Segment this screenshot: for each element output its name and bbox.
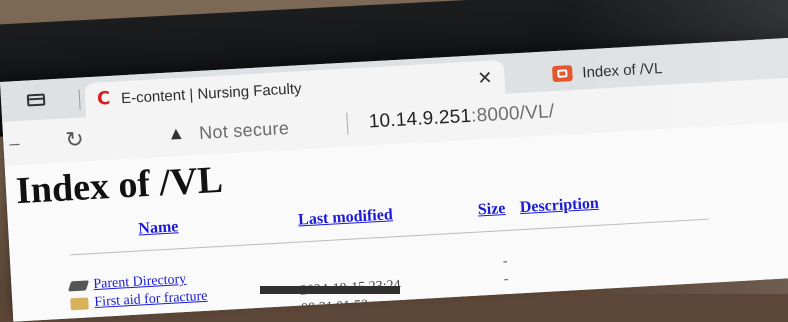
- security-label[interactable]: Not secure: [199, 118, 290, 144]
- warning-icon[interactable]: ▲: [167, 123, 186, 145]
- back-folder-icon: [67, 280, 90, 292]
- reload-icon[interactable]: ↻: [65, 126, 85, 153]
- close-icon[interactable]: ✕: [477, 67, 493, 89]
- url-path: :8000/VL/: [470, 101, 555, 127]
- c-red-icon: C: [96, 87, 111, 110]
- tab-divider: [78, 89, 81, 110]
- page-title: Index of /VL: [14, 158, 224, 213]
- url-host: 10.14.9.251: [368, 105, 472, 133]
- row-size: -: [502, 253, 508, 270]
- tab-title: Index of /VL: [581, 59, 663, 81]
- browser-window: C E-content | Nursing Faculty ✕ Index of…: [0, 36, 788, 322]
- column-size[interactable]: Size: [477, 200, 506, 220]
- back-arrow-icon[interactable]: –: [9, 133, 20, 155]
- column-description[interactable]: Description: [519, 195, 599, 217]
- foreground-object: [260, 286, 400, 294]
- tab-title: E-content | Nursing Faculty: [120, 79, 302, 107]
- column-name[interactable]: Name: [138, 218, 179, 238]
- url-input[interactable]: 10.14.9.251:8000/VL/: [368, 101, 555, 133]
- row-name[interactable]: Parent Directory: [93, 272, 187, 292]
- row-date: 08:31 01:52: [300, 297, 369, 317]
- column-last-modified[interactable]: Last modified: [298, 206, 394, 229]
- folder-icon: [70, 297, 89, 311]
- apache-box-icon: [551, 65, 573, 83]
- row-size: -: [503, 271, 509, 288]
- tab-search-icon[interactable]: [26, 93, 46, 107]
- url-divider: [346, 112, 349, 135]
